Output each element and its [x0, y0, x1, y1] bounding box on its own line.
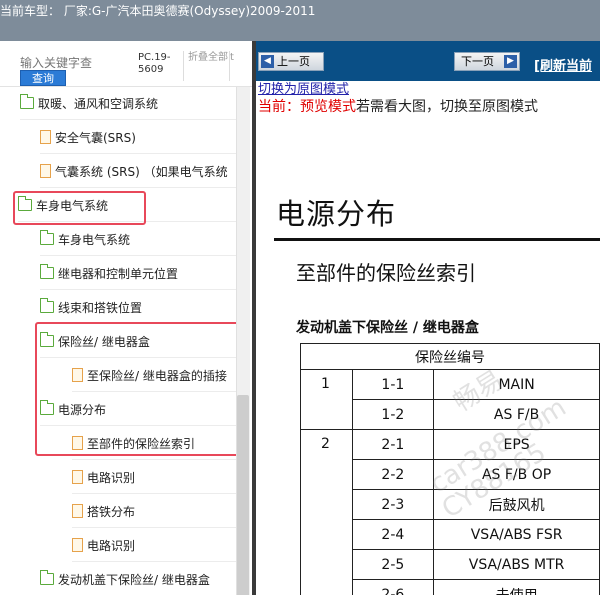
document-icon: [40, 164, 51, 178]
fuse-name-cell: VSA/ABS MTR: [433, 549, 600, 580]
arrow-right-icon: ▶: [504, 55, 517, 68]
next-page-label: 下一页: [461, 55, 494, 68]
fuse-name-cell: 后鼓风机: [433, 489, 600, 520]
collapse-all-button[interactable]: 折叠全部: [188, 52, 228, 64]
prev-page-button[interactable]: ◀ 上一页: [258, 52, 324, 71]
sidebar: 查询 PC.19-5609 折叠全部 t 取暖、通风和空调系统安全气囊(SRS)…: [0, 41, 252, 595]
fuse-number-cell: 2-1: [351, 429, 435, 460]
document-icon: [40, 130, 51, 144]
document-icon: [72, 538, 83, 552]
table-header: 保险丝编号: [300, 343, 600, 370]
table-row: 1 1-1 MAIN: [300, 369, 600, 430]
tree-item-label: 车身电气系统: [58, 232, 131, 247]
arrow-left-icon: ◀: [261, 55, 274, 68]
tree-item-label: 继电器和控制单元位置: [58, 266, 179, 281]
fuse-number-cell: 1-1: [351, 369, 435, 400]
switch-original-mode-link[interactable]: 切换为原图模式: [258, 78, 349, 97]
tree-item[interactable]: 线束和搭铁位置: [40, 291, 236, 324]
title-bar: 当前车型： 厂家:G-广汽本田奥德赛(Odyssey)2009-2011: [0, 0, 600, 41]
fuse-number-cell: 2-4: [351, 519, 435, 550]
next-page-button[interactable]: 下一页 ▶: [454, 52, 520, 71]
app-window: 当前车型： 厂家:G-广汽本田奥德赛(Odyssey)2009-2011 查询 …: [0, 0, 600, 595]
preview-hint: 若需看大图，切换至原图模式: [356, 99, 538, 115]
tree-item-label: 气囊系统 (SRS) （如果电气系统: [55, 164, 228, 179]
folder-icon: [40, 230, 54, 245]
fuse-index-table: 保险丝编号 1 1-1 MAIN 1-2 AS F/B 2 2-1 EPS 2-2 AS F/B …: [300, 343, 600, 595]
fuse-name-cell: AS F/B OP: [433, 459, 600, 490]
tree-item-label: 电路识别: [87, 470, 136, 485]
section-heading: 发动机盖下保险丝 / 继电器盒: [296, 320, 479, 336]
preview-status: 当前：预览模式若需看大图，切换至原图模式: [258, 96, 538, 116]
fuse-name-cell: 未使用: [433, 579, 600, 595]
tree-item[interactable]: 发动机盖下保险丝/ 继电器盒: [40, 563, 236, 595]
folder-icon: [20, 94, 34, 109]
tree-item-label: 安全气囊(SRS): [55, 130, 136, 145]
truncated-label: t: [230, 52, 234, 63]
highlight-box-fuse-section: [35, 322, 239, 456]
refresh-link[interactable]: [刷新当前: [534, 55, 592, 74]
tree-item-label: 搭铁分布: [87, 504, 136, 519]
highlight-box-body-electrical: [13, 191, 146, 225]
model-code: PC.19-5609: [138, 52, 171, 75]
fuse-name-cell: VSA/ABS FSR: [433, 519, 600, 550]
divider: [183, 51, 184, 81]
fuse-number-cell: 1-2: [351, 399, 435, 430]
tree-item[interactable]: 搭铁分布: [72, 495, 236, 528]
folder-icon: [40, 264, 54, 279]
title-rule: [274, 238, 600, 241]
fuse-number-cell: 2-6: [351, 579, 435, 595]
tree-item[interactable]: 车身电气系统: [40, 223, 236, 256]
tree-item-label: 取暖、通风和空调系统: [38, 96, 159, 111]
table-row: 2 2-1 EPS: [300, 429, 600, 595]
folder-icon: [40, 298, 54, 313]
tree-item-label: 线束和搭铁位置: [58, 300, 143, 315]
prev-page-label: 上一页: [277, 55, 310, 68]
fuse-number-cell: 2-3: [351, 489, 435, 520]
current-model-title: 当前车型： 厂家:G-广汽本田奥德赛(Odyssey)2009-2011: [0, 4, 316, 18]
viewer-nav-bar: ◀ 上一页 下一页 ▶ [刷新当前: [256, 41, 600, 81]
document-subtitle: 至部件的保险丝索引: [296, 261, 476, 285]
tree-item-label: 发动机盖下保险丝/ 继电器盒: [58, 572, 210, 587]
document-icon: [72, 470, 83, 484]
folder-icon: [40, 570, 54, 585]
search-button[interactable]: 查询: [20, 70, 66, 86]
tree-item[interactable]: 安全气囊(SRS): [40, 121, 236, 154]
fuse-group-cell: 1: [300, 369, 353, 430]
fuse-number-cell: 2-5: [351, 549, 435, 580]
preview-mode-label: 当前：预览模式: [258, 99, 356, 115]
tree-item-label: 电路识别: [87, 538, 136, 553]
tree-item[interactable]: 继电器和控制单元位置: [40, 257, 236, 290]
tree-item[interactable]: 气囊系统 (SRS) （如果电气系统: [40, 155, 236, 188]
fuse-number-cell: 2-2: [351, 459, 435, 490]
fuse-name-cell: MAIN: [433, 369, 600, 400]
fuse-name-cell: AS F/B: [433, 399, 600, 430]
search-row: 查询 PC.19-5609 折叠全部 t: [0, 41, 252, 87]
fuse-group-cell: 2: [300, 429, 353, 595]
tree-item[interactable]: 取暖、通风和空调系统: [20, 87, 236, 120]
document-viewer: ◀ 上一页 下一页 ▶ [刷新当前 切换为原图模式 当前：预览模式若需看大图，切…: [252, 41, 600, 595]
scrollbar-thumb[interactable]: [237, 395, 249, 595]
tree-item[interactable]: 电路识别: [72, 461, 236, 494]
fuse-name-cell: EPS: [433, 429, 600, 460]
document-icon: [72, 504, 83, 518]
document-title: 电源分布: [276, 197, 397, 231]
tree-item[interactable]: 电路识别: [72, 529, 236, 562]
